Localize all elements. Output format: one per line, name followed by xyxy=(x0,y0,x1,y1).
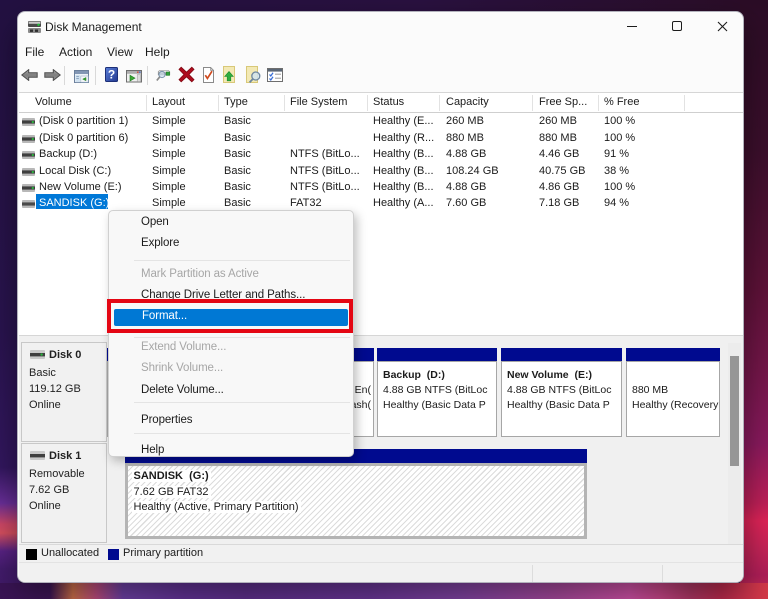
svg-text:?: ? xyxy=(108,68,115,82)
